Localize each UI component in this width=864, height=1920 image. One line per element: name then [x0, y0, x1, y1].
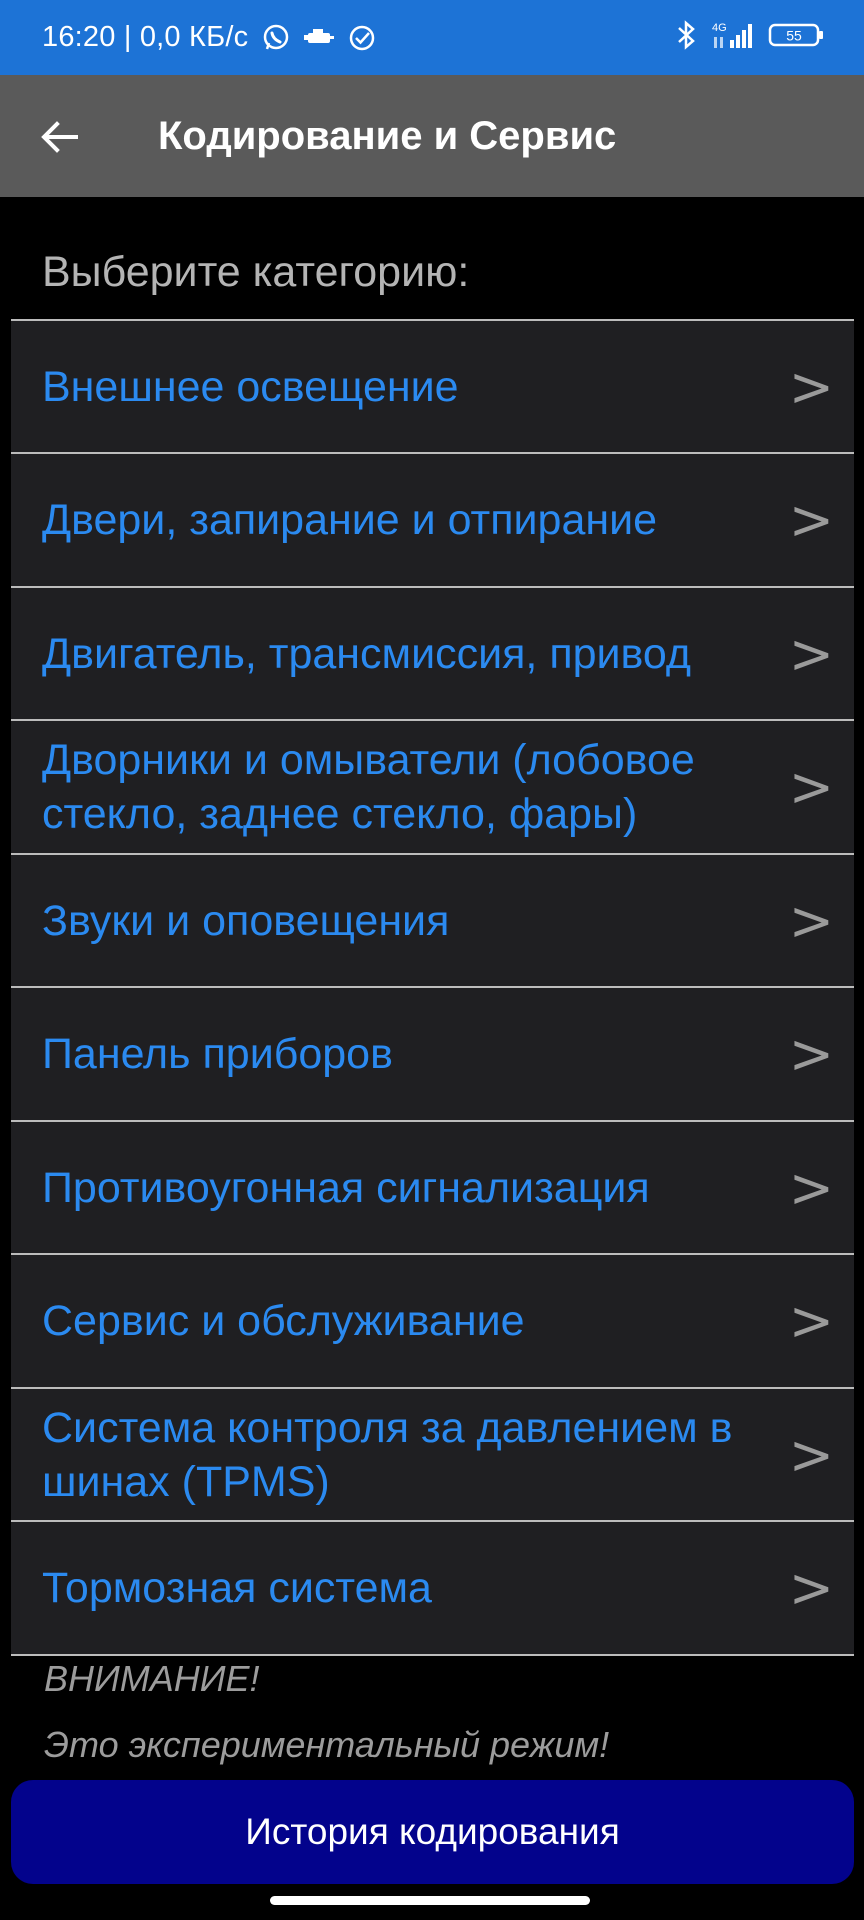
category-label: Двери, запирание и отпирание — [42, 496, 658, 544]
car-icon — [304, 27, 335, 49]
category-item-instrument-panel[interactable]: Панель приборов > — [11, 988, 854, 1122]
category-label: Тормозная система — [42, 1564, 432, 1612]
signal-icon: 4G — [710, 20, 756, 55]
category-item-exterior-lighting[interactable]: Внешнее освещение > — [11, 321, 854, 454]
category-label: Звуки и оповещения — [42, 896, 450, 945]
chevron-right-icon: > — [788, 355, 834, 418]
battery-icon: 55 — [768, 22, 824, 53]
category-item-brake-system[interactable]: Тормозная система > — [11, 1522, 854, 1656]
chevron-right-icon: > — [788, 622, 834, 685]
category-item-doors-locking[interactable]: Двери, запирание и отпирание > — [11, 454, 854, 588]
status-time-speed: 16:20 | 0,0 КБ/с — [42, 21, 249, 53]
network-type: 4G — [712, 22, 727, 34]
chevron-right-icon: > — [788, 1289, 834, 1353]
status-bar: 16:20 | 0,0 КБ/с 4G 55 — [0, 0, 864, 75]
category-label: Панель приборов — [42, 1030, 393, 1078]
warning-title: ВНИМАНИЕ! — [44, 1658, 260, 1699]
chevron-right-icon: > — [788, 1556, 834, 1620]
battery-level: 55 — [786, 28, 802, 44]
category-item-anti-theft[interactable]: Противоугонная сигнализация > — [11, 1122, 854, 1255]
chevron-right-icon: > — [788, 1022, 834, 1086]
back-button[interactable] — [28, 105, 92, 169]
category-item-tpms[interactable]: Система контроля за давлением в шинах (T… — [11, 1389, 854, 1522]
category-item-engine-transmission[interactable]: Двигатель, трансмиссия, привод > — [11, 588, 854, 721]
chevron-right-icon: > — [788, 889, 834, 952]
whatsapp-icon — [262, 24, 290, 52]
chevron-right-icon: > — [788, 488, 834, 552]
gesture-bar[interactable] — [270, 1896, 590, 1905]
status-right: 4G 55 — [674, 19, 824, 56]
category-label: Система контроля за давлением в шинах (T… — [42, 1403, 733, 1506]
category-item-wipers-washers[interactable]: Дворники и омыватели (лобовое стекло, за… — [11, 721, 854, 855]
warning-text: Это экспериментальный режим! — [44, 1724, 610, 1765]
category-label: Дворники и омыватели (лобовое стекло, за… — [42, 736, 695, 838]
check-circle-icon — [348, 24, 376, 52]
page-title: Кодирование и Сервис — [158, 113, 617, 158]
category-item-service-maintenance[interactable]: Сервис и обслуживание > — [11, 1255, 854, 1389]
category-item-sounds-alerts[interactable]: Звуки и оповещения > — [11, 855, 854, 988]
chevron-right-icon: > — [788, 1156, 834, 1219]
app-bar: Кодирование и Сервис — [0, 75, 864, 197]
coding-history-button[interactable]: История кодирования — [11, 1780, 854, 1884]
category-label: Двигатель, трансмиссия, привод — [42, 629, 691, 678]
category-prompt: Выберите категорию: — [42, 248, 470, 296]
chevron-right-icon: > — [788, 1423, 834, 1486]
category-list: Внешнее освещение > Двери, запирание и о… — [11, 319, 854, 1656]
category-label: Противоугонная сигнализация — [42, 1163, 650, 1212]
category-label: Внешнее освещение — [42, 362, 459, 411]
category-label: Сервис и обслуживание — [42, 1297, 525, 1345]
bluetooth-icon — [674, 19, 698, 56]
chevron-right-icon: > — [788, 755, 834, 819]
arrow-left-icon — [41, 121, 78, 153]
status-left: 16:20 | 0,0 КБ/с — [42, 21, 376, 54]
